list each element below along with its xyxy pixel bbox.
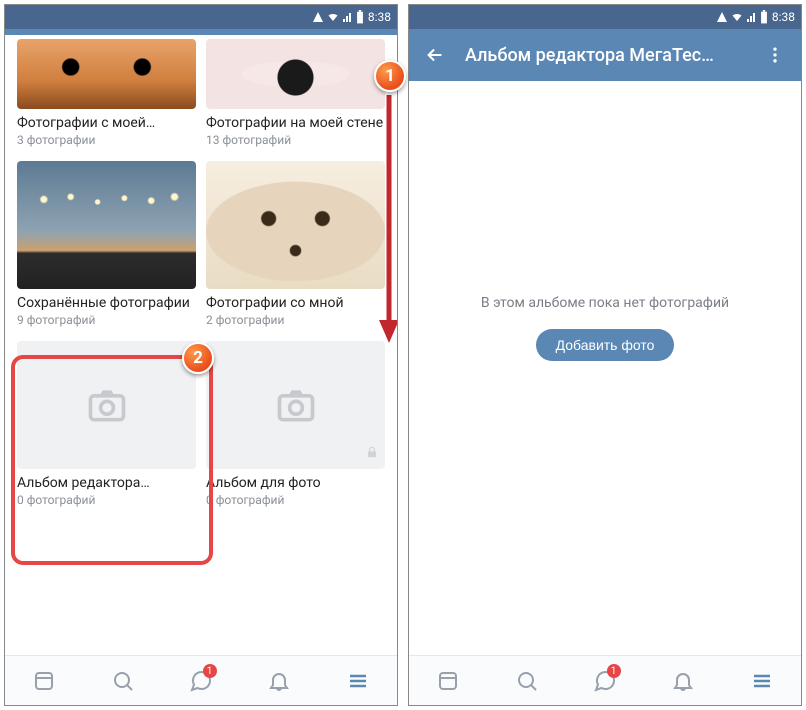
status-icons bbox=[716, 10, 768, 24]
nav-search[interactable] bbox=[487, 656, 565, 705]
album-card-empty[interactable]: Альбом для фото 0 фотографий bbox=[206, 341, 385, 507]
empty-text: В этом альбоме пока нет фотографий bbox=[481, 295, 729, 311]
album-card[interactable]: Фотографии с моей… 3 фотографии bbox=[17, 39, 196, 147]
signal-icon bbox=[746, 11, 758, 23]
nav-feed[interactable] bbox=[409, 656, 487, 705]
arrow-left-icon bbox=[424, 44, 446, 66]
annotation-marker-1: 1 bbox=[374, 60, 406, 92]
album-thumbnail bbox=[206, 161, 385, 289]
nav-notifications[interactable] bbox=[240, 656, 318, 705]
wifi-icon bbox=[326, 11, 340, 23]
status-icons bbox=[312, 10, 364, 24]
phone-album-detail: 8:38 Альбом редактора МегаТес… В этом ал… bbox=[408, 4, 802, 706]
status-bar: 8:38 bbox=[409, 5, 801, 29]
nav-badge: 1 bbox=[203, 664, 217, 678]
camera-icon bbox=[85, 383, 129, 427]
album-thumbnail bbox=[17, 39, 196, 109]
bottom-nav: 1 bbox=[5, 655, 397, 705]
album-count: 9 фотографий bbox=[17, 313, 196, 327]
album-thumbnail bbox=[206, 39, 385, 109]
header-bar: Альбом редактора МегаТес… bbox=[409, 29, 801, 81]
album-title: Альбом для фото bbox=[206, 475, 385, 491]
battery-icon bbox=[356, 10, 364, 24]
wifi-icon bbox=[730, 11, 744, 23]
status-bar: 8:38 bbox=[5, 5, 397, 29]
album-thumbnail-empty bbox=[206, 341, 385, 469]
nav-notifications[interactable] bbox=[644, 656, 722, 705]
nav-messages[interactable]: 1 bbox=[566, 656, 644, 705]
album-card[interactable]: Фотографии на моей стене 13 фотографий bbox=[206, 39, 385, 147]
album-title: Фотографии на моей стене bbox=[206, 115, 385, 131]
nav-menu[interactable] bbox=[723, 656, 801, 705]
nav-search[interactable] bbox=[83, 656, 161, 705]
network-icon bbox=[312, 11, 324, 23]
album-thumbnail bbox=[17, 161, 196, 289]
album-count: 0 фотографий bbox=[206, 493, 385, 507]
album-title: Фотографии с моей… bbox=[17, 115, 196, 131]
annotation-arrow bbox=[377, 95, 398, 345]
album-count: 2 фотографии bbox=[206, 313, 385, 327]
page-title: Альбом редактора МегаТес… bbox=[465, 45, 745, 66]
nav-menu[interactable] bbox=[319, 656, 397, 705]
nav-messages[interactable]: 1 bbox=[162, 656, 240, 705]
album-card[interactable]: Фотографии со мной 2 фотографии bbox=[206, 161, 385, 327]
empty-state: В этом альбоме пока нет фотографий Добав… bbox=[409, 81, 801, 655]
add-photo-button[interactable]: Добавить фото bbox=[536, 329, 675, 361]
album-title: Альбом редактора… bbox=[17, 475, 196, 491]
lock-icon bbox=[365, 444, 379, 463]
album-count: 3 фотографии bbox=[17, 133, 196, 147]
battery-icon bbox=[760, 10, 768, 24]
signal-icon bbox=[342, 11, 354, 23]
nav-feed[interactable] bbox=[5, 656, 83, 705]
more-vertical-icon bbox=[765, 45, 785, 65]
status-time: 8:38 bbox=[368, 10, 391, 24]
album-title: Фотографии со мной bbox=[206, 295, 385, 311]
bottom-nav: 1 bbox=[409, 655, 801, 705]
more-button[interactable] bbox=[757, 37, 793, 73]
album-thumbnail-empty bbox=[17, 341, 196, 469]
back-button[interactable] bbox=[417, 37, 453, 73]
album-title: Сохранённые фотографии bbox=[17, 295, 196, 311]
album-card[interactable]: Сохранённые фотографии 9 фотографий bbox=[17, 161, 196, 327]
album-card-empty[interactable]: Альбом редактора… 0 фотографий bbox=[17, 341, 196, 507]
album-count: 0 фотографий bbox=[17, 493, 196, 507]
status-time: 8:38 bbox=[772, 10, 795, 24]
annotation-marker-2: 2 bbox=[182, 342, 214, 374]
network-icon bbox=[716, 11, 728, 23]
camera-icon bbox=[274, 383, 318, 427]
album-count: 13 фотографий bbox=[206, 133, 385, 147]
nav-badge: 1 bbox=[607, 664, 621, 678]
